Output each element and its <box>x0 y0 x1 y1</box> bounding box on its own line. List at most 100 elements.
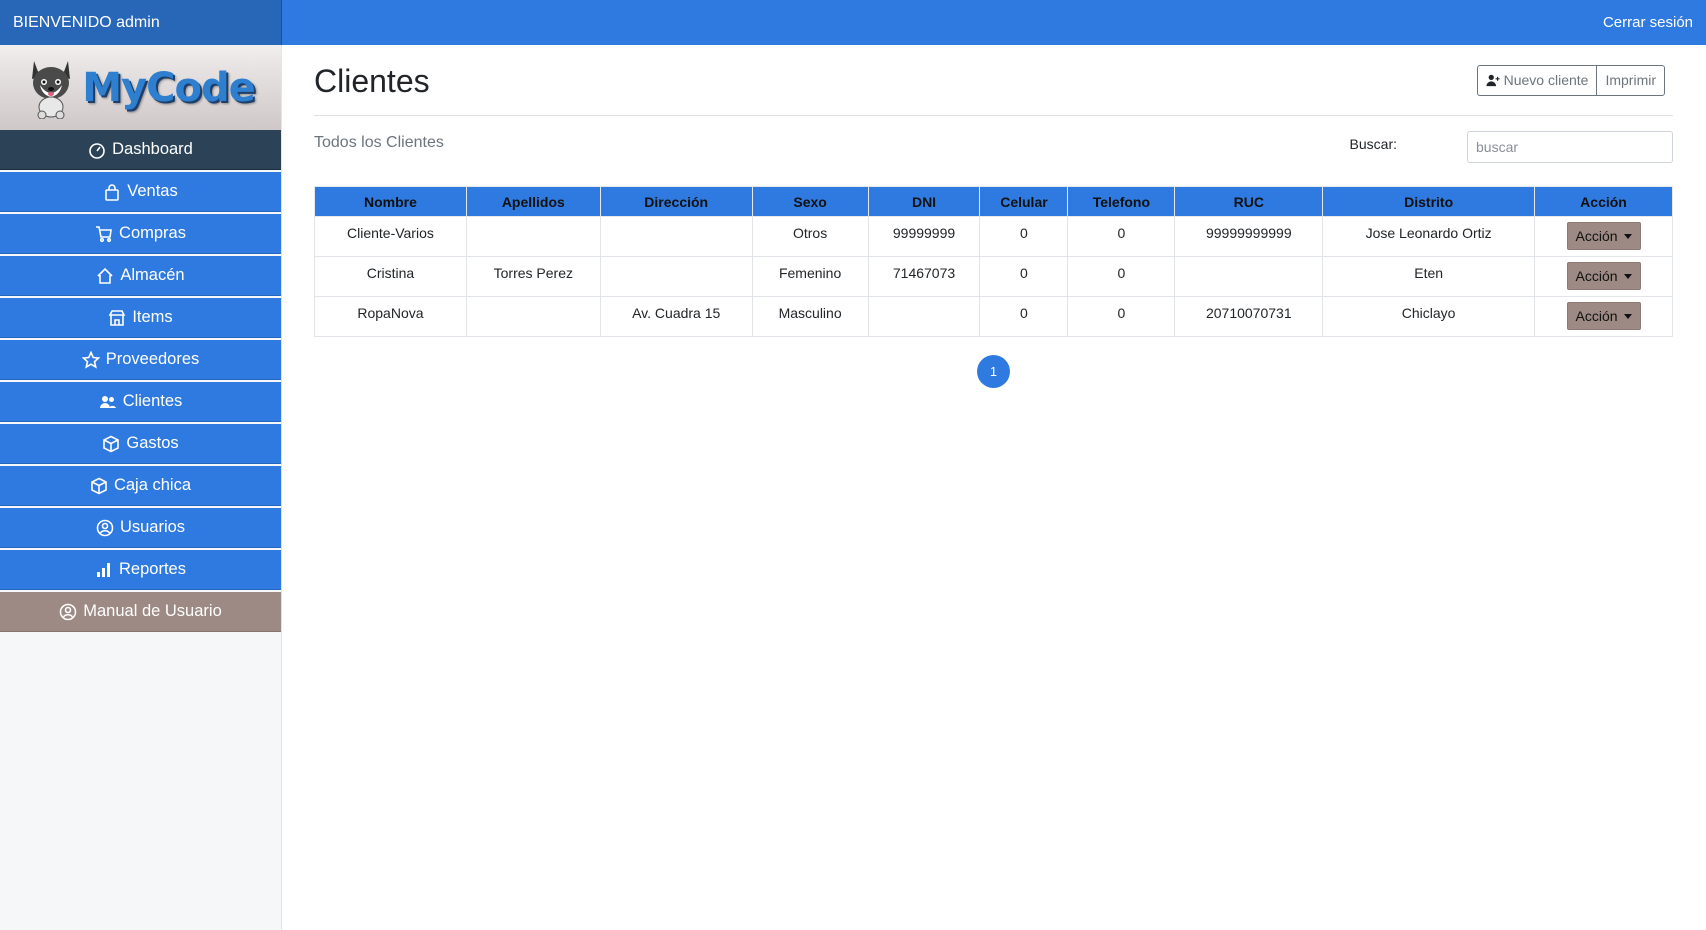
sidebar-item-clientes[interactable]: Clientes <box>0 382 281 422</box>
caret-down-icon <box>1623 273 1632 279</box>
cell-ruc: 20710070731 <box>1174 296 1324 337</box>
cell-apellidos: Torres Perez <box>465 256 601 297</box>
action-dropdown-button[interactable]: Acción <box>1566 222 1641 250</box>
store-icon <box>109 309 126 326</box>
sidebar-item-caja-chica[interactable]: Caja chica <box>0 466 281 506</box>
sidebar-item-label: Reportes <box>119 560 186 578</box>
column-header[interactable]: Sexo <box>751 186 869 217</box>
cell-dni <box>867 296 981 337</box>
cell-telefono: 0 <box>1067 256 1176 297</box>
section-subtitle: Todos los Clientes <box>314 134 444 151</box>
action-label: Acción <box>1575 268 1618 284</box>
box-icon <box>91 477 107 494</box>
sidebar-item-label: Manual de Usuario <box>83 602 222 620</box>
cell-nombre: Cristina <box>314 256 467 297</box>
sidebar-item-usuarios[interactable]: Usuarios <box>0 508 281 548</box>
new-client-button[interactable]: Nuevo cliente <box>1476 64 1597 96</box>
cell-direccion <box>599 256 753 297</box>
top-navbar: BIENVENIDO admin Cerrar sesión <box>0 0 1706 45</box>
column-header[interactable]: DNI <box>867 186 981 217</box>
cell-telefono: 0 <box>1067 216 1176 257</box>
cell-sexo: Femenino <box>751 256 869 297</box>
logo-text: MyCode <box>82 64 255 111</box>
cell-distrito: Eten <box>1322 256 1536 297</box>
sidebar-item-label: Proveedores <box>105 350 200 368</box>
sidebar-item-label: Almacén <box>120 266 185 284</box>
pagination: 1 <box>314 355 1673 388</box>
column-header[interactable]: Distrito <box>1322 186 1536 217</box>
column-header[interactable]: Nombre <box>314 186 467 217</box>
sidebar: MyCode Dashboard Ventas Compras Almacén … <box>0 45 282 930</box>
sidebar-item-dashboard[interactable]: Dashboard <box>0 130 281 170</box>
sidebar-item-reportes[interactable]: Reportes <box>0 550 281 590</box>
add-user-icon <box>1486 74 1500 87</box>
cell-celular: 0 <box>979 256 1069 297</box>
cell-ruc: 99999999999 <box>1174 216 1324 257</box>
search-input[interactable] <box>1467 131 1673 163</box>
star-icon <box>81 350 100 369</box>
main-content: Clientes Nuevo cliente Imprimir Todos lo… <box>314 45 1673 388</box>
cell-nombre: Cliente-Varios <box>314 216 467 257</box>
sidebar-item-label: Clientes <box>122 392 183 410</box>
column-header[interactable]: Celular <box>979 186 1069 217</box>
title-row: Clientes Nuevo cliente Imprimir <box>314 45 1673 116</box>
sidebar-item-label: Items <box>132 308 173 326</box>
cell-sexo: Otros <box>751 216 869 257</box>
welcome-banner: BIENVENIDO admin <box>0 0 282 45</box>
cell-celular: 0 <box>979 296 1069 337</box>
cell-apellidos <box>465 296 601 337</box>
sidebar-item-manual[interactable]: Manual de Usuario <box>0 592 281 632</box>
house-icon <box>97 267 113 284</box>
action-button-group: Nuevo cliente Imprimir <box>1476 64 1665 96</box>
table-row: RopaNova Av. Cuadra 15 Masculino 0 0 207… <box>314 296 1673 337</box>
filter-row: Todos los Clientes Buscar: <box>314 116 1673 186</box>
cell-sexo: Masculino <box>751 296 869 337</box>
bar-chart-icon <box>97 562 111 577</box>
sidebar-item-items[interactable]: Items <box>0 298 281 338</box>
cell-dni: 99999999 <box>867 216 981 257</box>
sidebar-item-label: Gastos <box>126 434 179 452</box>
sidebar-item-label: Caja chica <box>113 476 192 494</box>
logo[interactable]: MyCode <box>0 45 281 130</box>
cell-direccion: Av. Cuadra 15 <box>599 296 753 337</box>
user-circle-icon <box>96 519 114 536</box>
cell-accion: Acción <box>1534 216 1673 257</box>
table-header-row: Nombre Apellidos Dirección Sexo DNI Celu… <box>314 186 1673 217</box>
new-client-label: Nuevo cliente <box>1503 72 1589 88</box>
sidebar-item-proveedores[interactable]: Proveedores <box>0 340 281 380</box>
cell-accion: Acción <box>1534 296 1673 337</box>
print-button[interactable]: Imprimir <box>1596 64 1665 96</box>
cell-apellidos <box>465 216 601 257</box>
cart-icon <box>96 225 112 242</box>
logout-link[interactable]: Cerrar sesión <box>1603 0 1693 45</box>
box-icon <box>103 435 120 452</box>
cell-distrito: Jose Leonardo Ortiz <box>1322 216 1536 257</box>
search-label: Buscar: <box>1349 136 1397 152</box>
column-header[interactable]: Apellidos <box>465 186 601 217</box>
caret-down-icon <box>1623 313 1632 319</box>
column-header[interactable]: Acción <box>1534 186 1673 217</box>
clients-table: Nombre Apellidos Dirección Sexo DNI Celu… <box>314 186 1673 337</box>
sidebar-item-label: Usuarios <box>119 518 186 536</box>
column-header[interactable]: RUC <box>1174 186 1324 217</box>
cell-dni: 71467073 <box>867 256 981 297</box>
page-button-current[interactable]: 1 <box>977 355 1010 388</box>
sidebar-item-ventas[interactable]: Ventas <box>0 172 281 212</box>
sidebar-nav: Dashboard Ventas Compras Almacén Items P… <box>0 130 281 632</box>
sidebar-item-almacen[interactable]: Almacén <box>0 256 281 296</box>
cell-telefono: 0 <box>1067 296 1176 337</box>
sidebar-item-gastos[interactable]: Gastos <box>0 424 281 464</box>
column-header[interactable]: Dirección <box>599 186 753 217</box>
action-dropdown-button[interactable]: Acción <box>1566 302 1641 330</box>
action-dropdown-button[interactable]: Acción <box>1566 262 1641 290</box>
cell-ruc <box>1174 256 1324 297</box>
action-label: Acción <box>1575 308 1618 324</box>
cell-celular: 0 <box>979 216 1069 257</box>
sidebar-item-compras[interactable]: Compras <box>0 214 281 254</box>
shopping-bag-icon <box>105 183 120 201</box>
caret-down-icon <box>1623 233 1632 239</box>
gauge-icon <box>89 142 105 159</box>
table-row: Cliente-Varios Otros 99999999 0 0 999999… <box>314 216 1673 257</box>
column-header[interactable]: Telefono <box>1067 186 1176 217</box>
user-circle-icon <box>59 603 77 620</box>
